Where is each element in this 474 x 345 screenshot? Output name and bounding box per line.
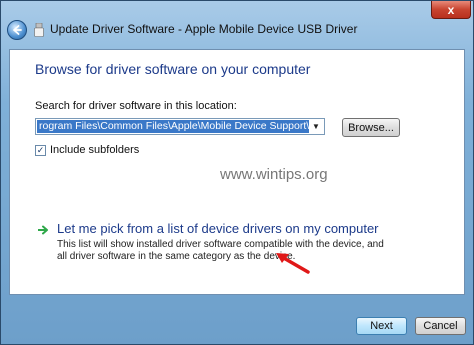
location-label: Search for driver software in this locat… xyxy=(35,100,237,112)
include-subfolders-option[interactable]: ✓ Include subfolders xyxy=(35,143,139,157)
close-button[interactable]: x xyxy=(431,1,471,19)
usb-device-icon xyxy=(34,23,44,37)
close-icon: x xyxy=(447,2,455,17)
pick-from-list-description: This list will show installed driver sof… xyxy=(57,239,384,262)
driver-path-combobox[interactable]: rogram Files\Common Files\Apple\Mobile D… xyxy=(35,118,325,135)
back-button[interactable] xyxy=(7,20,27,40)
watermark-text: www.wintips.org xyxy=(220,166,328,183)
include-subfolders-checkbox[interactable]: ✓ xyxy=(35,144,46,156)
driver-path-input[interactable]: rogram Files\Common Files\Apple\Mobile D… xyxy=(37,120,309,133)
window-title: Update Driver Software - Apple Mobile De… xyxy=(50,22,358,36)
dropdown-arrow-icon[interactable]: ▼ xyxy=(309,120,323,133)
red-pointer-arrow-icon xyxy=(276,253,310,274)
pick-from-list-link[interactable]: Let me pick from a list of device driver… xyxy=(57,221,379,236)
green-arrow-icon xyxy=(38,225,48,235)
cancel-button[interactable]: Cancel xyxy=(415,317,466,335)
browse-button[interactable]: Browse... xyxy=(342,118,400,137)
dialog-content: Browse for driver software on your compu… xyxy=(9,49,465,295)
include-subfolders-label[interactable]: Include subfolders xyxy=(50,144,139,156)
page-title: Browse for driver software on your compu… xyxy=(35,61,311,77)
next-button[interactable]: Next xyxy=(356,317,407,335)
title-bar: Update Driver Software - Apple Mobile De… xyxy=(1,1,473,49)
update-driver-window: Update Driver Software - Apple Mobile De… xyxy=(0,0,474,345)
back-arrow-icon xyxy=(13,25,22,35)
